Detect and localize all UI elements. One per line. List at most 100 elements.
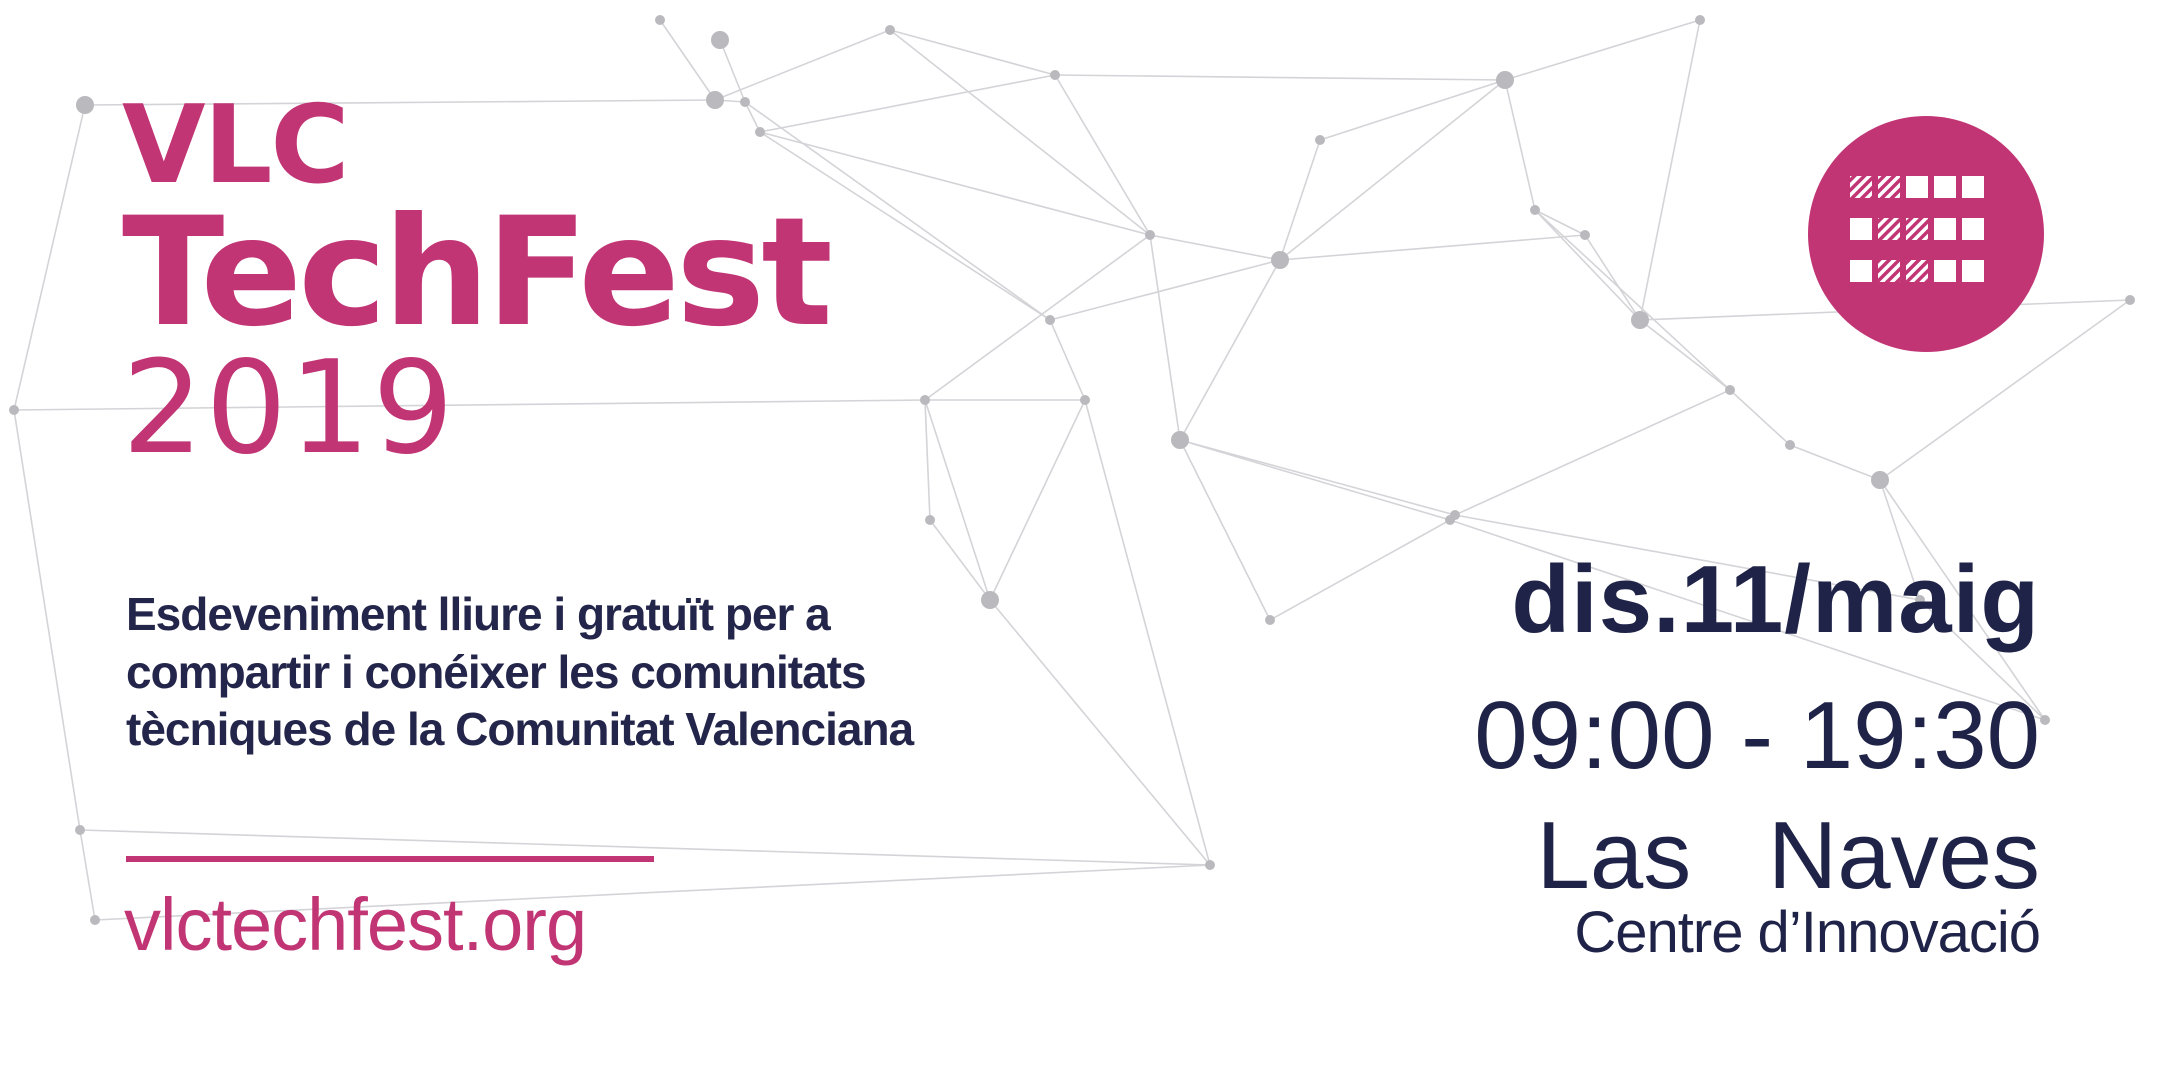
network-node xyxy=(76,96,94,114)
logo-badge xyxy=(1808,116,2044,352)
network-node xyxy=(740,97,750,107)
network-line xyxy=(1504,19,1701,81)
network-node xyxy=(711,31,729,49)
network-node xyxy=(1445,515,1455,525)
network-line xyxy=(1149,234,1281,261)
description-line-3: tècniques de la Comunitat Valenciana xyxy=(126,703,914,755)
network-line xyxy=(1269,519,1451,621)
network-node xyxy=(1050,70,1060,80)
network-line xyxy=(1149,234,1181,441)
network-line xyxy=(1279,139,1321,261)
network-node xyxy=(1265,615,1275,625)
divider xyxy=(126,856,654,862)
network-node xyxy=(885,25,895,35)
network-line xyxy=(1534,209,1731,391)
network-line xyxy=(13,104,86,411)
network-line xyxy=(1319,79,1506,141)
network-node xyxy=(1205,860,1215,870)
logo-grid-cell xyxy=(1906,218,1928,240)
event-description: Esdeveniment lliure i gratuït per a comp… xyxy=(126,586,1026,759)
description-line-1: Esdeveniment lliure i gratuït per a xyxy=(126,588,831,640)
network-line xyxy=(1179,439,1271,621)
network-node xyxy=(2040,715,2050,725)
network-line xyxy=(1534,209,1641,321)
network-line xyxy=(79,829,96,921)
network-line xyxy=(1054,74,1151,236)
network-node xyxy=(920,395,930,405)
network-line xyxy=(759,74,1056,133)
title-year: 2019 xyxy=(122,334,456,483)
network-node xyxy=(1080,395,1090,405)
network-line xyxy=(1179,439,1451,521)
logo-grid-cell xyxy=(1878,218,1900,240)
logo-grid-cell xyxy=(1906,176,1928,198)
network-node xyxy=(1785,440,1795,450)
network-node xyxy=(1045,315,1055,325)
logo-grid-cell xyxy=(1850,260,1872,282)
network-node xyxy=(1145,230,1155,240)
network-line xyxy=(1454,389,1731,516)
network-node xyxy=(9,405,19,415)
network-line xyxy=(889,29,1151,236)
logo-grid-cell xyxy=(1878,176,1900,198)
network-line xyxy=(1084,399,1211,866)
network-node xyxy=(655,15,665,25)
network-node xyxy=(1871,471,1889,489)
network-line xyxy=(989,399,1086,601)
network-line xyxy=(1279,234,1586,261)
network-line xyxy=(1504,79,1536,211)
logo-grid-cell xyxy=(1962,176,1984,198)
network-line xyxy=(924,399,991,601)
network-node xyxy=(2125,295,2135,305)
logo-grid-cell xyxy=(1850,218,1872,240)
website-link[interactable]: vlctechfest.org xyxy=(124,888,587,962)
logo-grid-cell xyxy=(1878,260,1900,282)
network-node xyxy=(1496,71,1514,89)
logo-grid-cell xyxy=(1906,260,1928,282)
description-line-2: compartir i conéixer les comunitats xyxy=(126,645,867,698)
event-venue: Las Naves xyxy=(1536,802,2040,909)
logo-grid-cell xyxy=(1962,218,1984,240)
network-line xyxy=(1729,389,1791,446)
event-date: dis.11/maig xyxy=(1511,546,2040,653)
network-line xyxy=(1049,259,1281,321)
network-node xyxy=(90,915,100,925)
network-node xyxy=(1171,431,1189,449)
network-line xyxy=(924,399,931,521)
network-line xyxy=(1049,319,1086,401)
grid-pattern-icon xyxy=(1850,176,1984,282)
network-node xyxy=(1631,311,1649,329)
network-node xyxy=(1315,135,1325,145)
logo-grid-cell xyxy=(1850,176,1872,198)
network-line xyxy=(1179,259,1281,441)
network-node xyxy=(755,127,765,137)
network-line xyxy=(1179,439,1456,516)
logo-grid-cell xyxy=(1934,260,1956,282)
logo-grid-cell xyxy=(1962,260,1984,282)
network-node xyxy=(1271,251,1289,269)
network-line xyxy=(1054,74,1506,81)
network-line xyxy=(889,29,1056,76)
network-line xyxy=(1639,319,1731,391)
network-node xyxy=(75,825,85,835)
event-venue-detail: Centre d’Innovació xyxy=(1574,900,2041,965)
network-line xyxy=(1279,79,1506,261)
network-node xyxy=(1580,230,1590,240)
network-node xyxy=(925,515,935,525)
network-line xyxy=(1534,209,1586,236)
network-line xyxy=(1639,19,1701,321)
network-node xyxy=(1725,385,1735,395)
event-time: 09:00 - 19:30 xyxy=(1474,682,2040,789)
network-line xyxy=(1584,234,1641,321)
title-vlc: VLC xyxy=(122,83,350,208)
network-node xyxy=(1695,15,1705,25)
logo-grid-cell xyxy=(1934,176,1956,198)
network-node xyxy=(1530,205,1540,215)
network-node xyxy=(706,91,724,109)
network-line xyxy=(659,19,716,101)
network-line xyxy=(924,234,1151,401)
title-techfest: TechFest xyxy=(122,186,833,360)
event-banner: VLC TechFest 2019 Esdeveniment lliure i … xyxy=(0,0,2160,1082)
logo-grid-cell xyxy=(1934,218,1956,240)
network-line xyxy=(1789,444,1881,481)
